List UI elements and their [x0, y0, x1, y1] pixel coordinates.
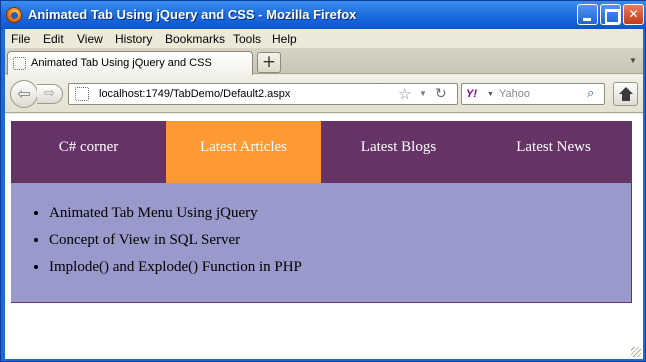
list-item: Animated Tab Menu Using jQuery: [49, 203, 302, 230]
yahoo-icon[interactable]: Y!: [466, 88, 477, 100]
browser-tab-active[interactable]: Animated Tab Using jQuery and CSS: [7, 51, 253, 75]
address-bar[interactable]: localhost:1749/TabDemo/Default2.aspx ☆ ▼…: [68, 83, 458, 105]
menu-edit[interactable]: Edit: [43, 32, 64, 46]
url-text[interactable]: localhost:1749/TabDemo/Default2.aspx: [99, 88, 290, 100]
article-list: Animated Tab Menu Using jQuery Concept o…: [49, 203, 302, 284]
firefox-icon: [6, 7, 22, 23]
browser-client: File Edit View History Bookmarks Tools H…: [5, 29, 643, 359]
new-tab-button[interactable]: +: [257, 52, 281, 73]
back-button[interactable]: ⇦: [10, 80, 38, 108]
page-viewport: C# corner Latest Articles Latest Blogs L…: [5, 114, 643, 359]
animated-tab-widget: C# corner Latest Articles Latest Blogs L…: [11, 121, 632, 303]
list-item: Implode() and Explode() Function in PHP: [49, 257, 302, 284]
navigation-toolbar: ⇦ ⇨ localhost:1749/TabDemo/Default2.aspx…: [5, 75, 643, 113]
list-item: Concept of View in SQL Server: [49, 230, 302, 257]
menu-tools[interactable]: Tools: [233, 32, 261, 46]
search-engine-dropdown-icon[interactable]: ▼: [487, 91, 494, 98]
tab-content-panel: Animated Tab Menu Using jQuery Concept o…: [11, 183, 632, 303]
tab-latest-articles[interactable]: Latest Articles: [166, 121, 321, 183]
search-icon[interactable]: ⌕: [587, 86, 594, 101]
tab-menu: C# corner Latest Articles Latest Blogs L…: [11, 121, 632, 183]
menu-file[interactable]: File: [11, 32, 30, 46]
browser-window: Animated Tab Using jQuery and CSS - Mozi…: [0, 0, 646, 362]
tab-strip: Animated Tab Using jQuery and CSS + ▼: [5, 48, 643, 75]
tab-latest-news[interactable]: Latest News: [476, 121, 631, 183]
close-button[interactable]: ✕: [623, 4, 644, 25]
minimize-button[interactable]: [577, 4, 598, 25]
home-button[interactable]: [613, 82, 638, 106]
search-input[interactable]: [499, 86, 579, 102]
window-title: Animated Tab Using jQuery and CSS - Mozi…: [28, 7, 357, 22]
menu-help[interactable]: Help: [272, 32, 297, 46]
site-identity-icon[interactable]: [75, 87, 89, 101]
menu-history[interactable]: History: [115, 32, 152, 46]
menu-view[interactable]: View: [77, 32, 103, 46]
menu-bar: File Edit View History Bookmarks Tools H…: [5, 29, 643, 48]
maximize-button[interactable]: [600, 4, 621, 25]
url-history-dropdown-icon[interactable]: ▼: [419, 89, 427, 98]
page-favicon-icon: [13, 57, 26, 70]
title-bar[interactable]: Animated Tab Using jQuery and CSS - Mozi…: [1, 1, 646, 29]
search-bar[interactable]: Y! ▼ ⌕: [461, 83, 605, 105]
forward-button[interactable]: ⇨: [37, 84, 63, 104]
tab-csharp-corner[interactable]: C# corner: [11, 121, 166, 183]
browser-tab-title: Animated Tab Using jQuery and CSS: [31, 57, 212, 69]
menu-bookmarks[interactable]: Bookmarks: [165, 32, 225, 46]
tab-latest-blogs[interactable]: Latest Blogs: [321, 121, 476, 183]
resize-grip-icon[interactable]: [631, 347, 641, 357]
reload-icon[interactable]: ↻: [435, 86, 447, 102]
tab-list-icon[interactable]: ▼: [629, 56, 637, 65]
bookmark-star-icon[interactable]: ☆: [398, 85, 411, 103]
